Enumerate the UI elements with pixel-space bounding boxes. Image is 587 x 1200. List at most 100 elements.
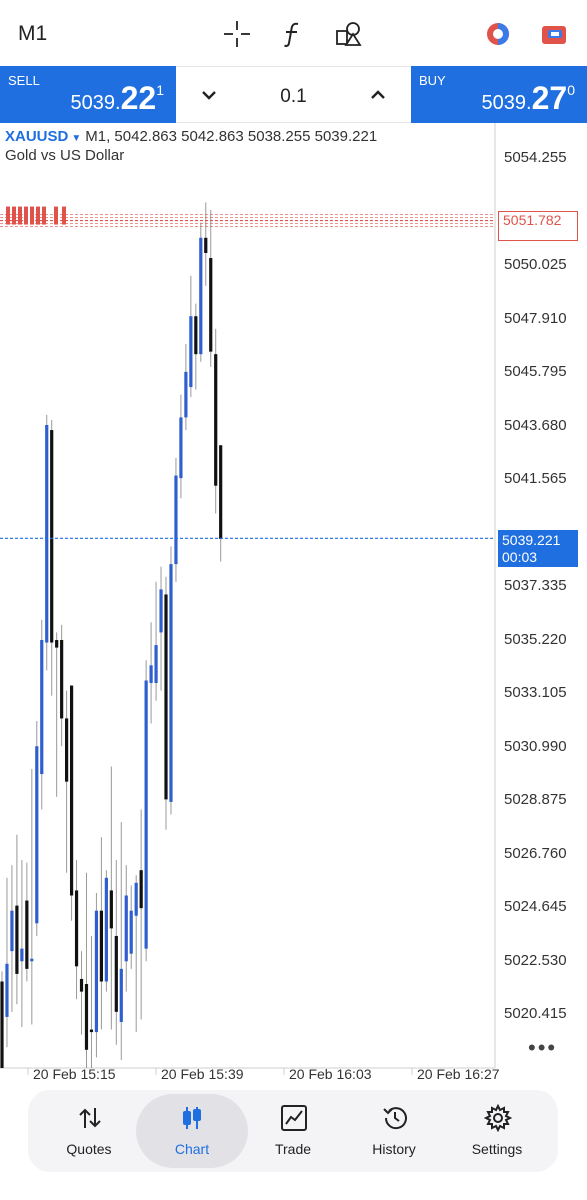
order-marker: [12, 206, 16, 225]
sell-price-sup: 1: [156, 82, 164, 98]
volume-increase-button[interactable]: [365, 82, 391, 108]
candlestick-chart[interactable]: [0, 123, 587, 1093]
candle-body: [109, 890, 113, 929]
nav-trade[interactable]: Trade: [240, 1090, 346, 1172]
level-lines-group: [0, 206, 495, 539]
order-marker: [54, 206, 58, 225]
objects-icon[interactable]: [333, 18, 365, 50]
sell-price: 5039.221: [71, 80, 164, 117]
price-axis-label: 5041.565: [504, 470, 567, 487]
symbol-dropdown-icon[interactable]: ▼: [71, 133, 81, 144]
candle-body: [174, 475, 178, 565]
candle-body: [20, 948, 24, 962]
one-click-trading-panel: SELL 5039.221 0.1 BUY 5039.270: [0, 66, 587, 123]
candle-body: [124, 895, 128, 962]
candle-body: [89, 1029, 94, 1033]
price-chart[interactable]: XAUUSD ▼ M1, 5042.863 5042.863 5038.255 50…: [0, 123, 587, 1093]
price-axis-label: 5037.335: [504, 577, 567, 594]
candle-body: [104, 877, 108, 982]
price-axis-label: 5045.795: [504, 363, 567, 380]
order-marker: [30, 206, 34, 225]
account-icon[interactable]: [538, 18, 570, 50]
order-marker: [18, 206, 22, 225]
candle-body: [194, 316, 198, 355]
candle-body: [214, 354, 218, 486]
timeframe-selector[interactable]: M1: [18, 22, 47, 46]
candle-body: [94, 910, 99, 1033]
nav-history[interactable]: History: [341, 1090, 447, 1172]
buy-price-prefix: 5039.: [481, 92, 532, 114]
sell-price-big: 22: [120, 80, 157, 116]
candle-body: [50, 430, 54, 643]
order-marker: [62, 206, 66, 225]
candle-body: [159, 589, 163, 633]
candle-body: [0, 981, 4, 1068]
function-icon[interactable]: [277, 18, 309, 50]
signal-icon[interactable]: [482, 18, 514, 50]
time-axis-label: 20 Feb 15:15: [33, 1066, 116, 1082]
price-axis-label: 5026.760: [504, 844, 567, 862]
nav-trade-label: Trade: [274, 1141, 312, 1157]
sell-label: SELL: [8, 73, 40, 88]
sell-price-prefix: 5039.: [70, 92, 121, 114]
crosshair-icon[interactable]: [221, 18, 253, 50]
candle-body: [5, 963, 9, 1017]
chart-header: XAUUSD ▼ M1, 5042.863 5042.863 5038.255 50…: [5, 128, 377, 145]
trade-icon: [280, 1104, 308, 1132]
candle-body: [154, 645, 158, 684]
candle-body: [84, 984, 89, 1050]
bar-countdown: 00:03: [502, 549, 538, 565]
buy-price-big: 27: [531, 80, 568, 116]
price-axis-label: 5043.680: [504, 416, 567, 434]
candle-body: [219, 445, 223, 539]
candle-body: [164, 594, 168, 800]
top-toolbar: M1: [0, 0, 587, 66]
time-axis-label: 20 Feb 16:03: [289, 1066, 372, 1082]
candle-body: [65, 718, 69, 782]
price-axis-label: 5033.105: [504, 684, 567, 701]
candle-body: [184, 371, 188, 418]
candle-body: [10, 910, 14, 952]
candle-body: [79, 978, 84, 992]
buy-button[interactable]: BUY 5039.270: [411, 66, 587, 123]
nav-settings-label: Settings: [471, 1141, 523, 1157]
bid-price-value: 5039.221: [502, 532, 561, 548]
price-axis-label: 5028.875: [504, 791, 567, 808]
candle-body: [99, 910, 103, 982]
nav-history-label: History: [372, 1141, 416, 1157]
candle-body: [74, 890, 79, 967]
buy-price-sup: 0: [567, 82, 575, 98]
candle-body: [45, 424, 49, 643]
candle-body: [129, 910, 133, 954]
nav-quotes-label: Quotes: [66, 1141, 112, 1157]
order-marker: [36, 206, 40, 225]
nav-chart[interactable]: Chart: [136, 1090, 248, 1172]
candle-body: [35, 746, 39, 924]
price-axis-label: 5054.255: [504, 149, 567, 166]
buy-price: 5039.270: [482, 80, 575, 117]
nav-chart-label: Chart: [174, 1141, 210, 1157]
candle-body: [169, 564, 173, 802]
more-options-icon[interactable]: •••: [528, 1035, 557, 1061]
candle-body: [149, 665, 153, 684]
price-axis-label: 5035.220: [504, 630, 567, 648]
candle-body: [134, 882, 138, 916]
candle-body: [199, 237, 203, 355]
candle-body: [55, 640, 59, 648]
symbol-name[interactable]: XAUUSD: [5, 128, 68, 145]
price-axis-label: 5030.990: [504, 737, 567, 755]
bottom-navigation: Quotes Chart Trade History Settings: [28, 1090, 558, 1172]
bid-price-tag: 5039.221 00:03: [498, 530, 578, 567]
chart-icon: [178, 1104, 206, 1132]
time-axis-label: 20 Feb 16:27: [417, 1066, 500, 1082]
candle-body: [60, 640, 64, 719]
time-axis-label: 20 Feb 15:39: [161, 1066, 244, 1082]
candle-body: [114, 935, 118, 1012]
sell-button[interactable]: SELL 5039.221: [0, 66, 176, 123]
candle-body: [69, 685, 74, 896]
nav-quotes[interactable]: Quotes: [36, 1090, 142, 1172]
candle-body: [40, 640, 44, 775]
ohlc-readout: M1, 5042.863 5042.863 5038.255 5039.221: [85, 128, 378, 145]
candle-body: [25, 900, 29, 969]
nav-settings[interactable]: Settings: [444, 1090, 550, 1172]
